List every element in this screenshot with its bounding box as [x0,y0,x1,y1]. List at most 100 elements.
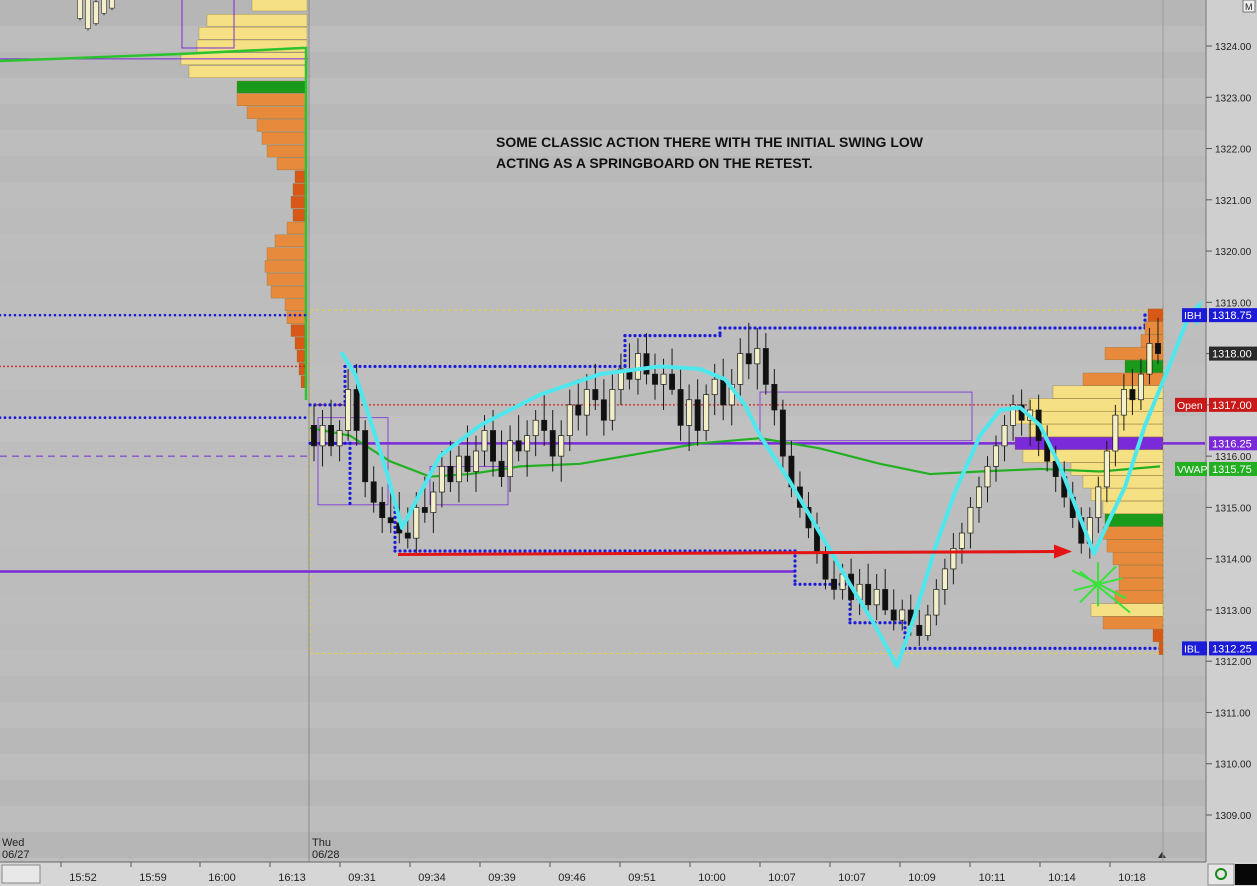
prev-open-dots [243,365,245,368]
prev-open-dots [251,365,253,368]
session-extreme-dots [588,549,592,553]
prev-open-dots [91,365,93,368]
session-extreme-dots [393,540,397,545]
y-tick-label: 1319.00 [1215,298,1252,309]
open-line-dot [433,403,435,406]
open-line-dot [973,403,975,406]
prev-open-dots [235,365,237,368]
prev-ib-dots [223,313,227,317]
session-extreme-dots [573,364,577,369]
candle-body [481,430,488,452]
session-extreme-dots [1103,326,1107,330]
prev-ib-dots [63,313,67,317]
session-extreme-dots [978,646,982,650]
session-extreme-dots [558,549,562,553]
open-line-dot [869,403,871,406]
open-line-dot [981,403,983,406]
candle-body [532,419,539,436]
candle-body [976,486,982,508]
session-extreme-dots [433,364,437,369]
session-extreme-dots [508,364,512,369]
prev-open-dots [31,365,33,368]
session-extreme-dots [548,364,552,369]
prev-ibl-dots [228,416,232,420]
price-tag-label: VWAP [1177,464,1208,476]
prev-open-dots [111,365,113,368]
session-extreme-dots [393,364,397,369]
session-extreme-dots [883,621,887,625]
status-box [1235,864,1257,885]
prev-ib-dots [43,313,47,317]
session-extreme-dots [818,582,822,586]
candle-body [490,430,496,462]
profile-bar [1104,347,1164,361]
session-extreme-dots [998,646,1002,650]
prev-ibl-dots [13,416,17,420]
open-line-dot [633,403,635,406]
open-line-dot [925,403,927,406]
prev-ib-dots [193,313,197,317]
profile-bar [1147,308,1164,322]
session-extreme-dots [398,549,402,553]
prev-ib-dots [293,313,297,317]
session-extreme-dots [993,326,997,330]
candle-body [967,507,974,534]
prev-ib-dots [258,313,262,317]
annotation-text-line2: ACTING AS A SPRINGBOARD ON THE RETEST. [496,155,813,171]
y-tick-label: 1312.00 [1215,657,1252,668]
prev-open-dots [247,365,249,368]
candle-body [984,466,991,488]
prev-ib-dots [3,313,7,317]
y-axis-panel [1206,0,1257,862]
open-line-dot [437,403,439,406]
session-extreme-dots [613,364,617,369]
scrollbar-thumb[interactable] [1,864,41,884]
price-chart[interactable]: 1309.00 1310.00 1311.00 1312.00 1313.00 1314.… [0,0,1257,886]
session-extreme-dots [898,621,902,625]
open-line-dot [949,403,951,406]
prev-ibl-dots [128,416,132,420]
session-extreme-dots [453,549,457,553]
open-line-dot [385,403,387,406]
prev-open-dots [175,365,177,368]
session-extreme-dots [853,621,857,625]
session-extreme-dots [388,364,392,369]
prev-open-dots [27,365,29,368]
prev-ib-dots [138,313,142,317]
session-extreme-dots [1093,326,1097,330]
prev-open-dots [227,365,229,368]
session-extreme-dots [1133,326,1137,330]
prev-ib-dots [18,313,22,317]
candle-body [592,389,599,401]
session-extreme-dots [873,326,877,330]
session-extreme-dots [868,326,872,330]
candle-body [958,532,965,549]
session-extreme-dots [573,549,577,553]
profile-bar [1106,539,1164,553]
refresh-button[interactable] [1207,863,1235,886]
session-extreme-dots [768,326,772,330]
session-extreme-dots [443,549,447,553]
candle-body [362,430,369,483]
session-extreme-dots [343,369,347,374]
session-extreme-dots [428,364,432,369]
prev-candle-body [85,0,91,29]
session-extreme-dots [808,326,812,330]
session-extreme-dots [773,326,777,330]
open-line-dot [821,403,823,406]
session-extreme-dots [553,549,557,553]
open-line-dot [625,403,627,406]
session-extreme-dots [848,621,852,625]
x-tick-label: 10:18 [1118,872,1146,884]
open-line-dot [809,403,811,406]
open-line-dot [657,403,659,406]
price-tag: 1315.75 VWAP [1175,461,1257,476]
session-extreme-dots [423,364,427,369]
prev-ib-dots [28,313,32,317]
candle-body [762,348,769,385]
prev-ib-dots [243,313,247,317]
open-line-dot [901,403,903,406]
session-extreme-dots [793,582,797,586]
prev-open-dots [183,365,185,368]
prev-ib-dots [178,313,182,317]
